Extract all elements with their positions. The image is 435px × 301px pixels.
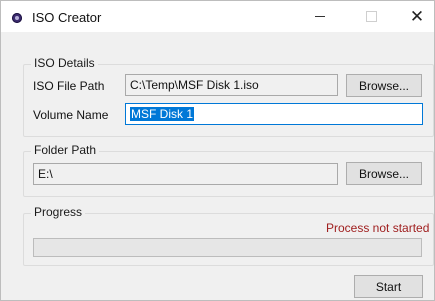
close-icon: ✕ bbox=[409, 6, 425, 26]
status-text: Process not started bbox=[326, 221, 430, 235]
iso-file-path-field[interactable]: C:\Temp\MSF Disk 1.iso bbox=[125, 74, 338, 96]
minimize-button[interactable] bbox=[297, 1, 343, 32]
title-bar[interactable]: ISO Creator ✕ bbox=[1, 1, 434, 32]
volume-name-field[interactable]: MSF Disk 1 bbox=[125, 103, 423, 125]
volume-name-label: Volume Name bbox=[33, 108, 109, 122]
folder-browse-button[interactable]: Browse... bbox=[346, 162, 422, 185]
close-button[interactable]: ✕ bbox=[394, 1, 435, 32]
disc-icon bbox=[12, 13, 22, 23]
maximize-button[interactable] bbox=[348, 1, 394, 32]
start-button[interactable]: Start bbox=[354, 275, 423, 298]
progress-bar bbox=[33, 238, 422, 257]
minimize-icon bbox=[315, 16, 325, 17]
iso-browse-button[interactable]: Browse... bbox=[346, 74, 422, 97]
window-title: ISO Creator bbox=[32, 10, 102, 25]
volume-name-selected-text: MSF Disk 1 bbox=[130, 107, 195, 121]
iso-creator-window: ISO Creator ✕ ISO Details ISO File Path … bbox=[0, 0, 435, 301]
iso-details-legend: ISO Details bbox=[31, 56, 98, 70]
iso-file-path-label: ISO File Path bbox=[33, 79, 105, 93]
maximize-icon bbox=[365, 11, 377, 22]
progress-legend: Progress bbox=[31, 205, 86, 219]
folder-path-field[interactable]: E:\ bbox=[33, 163, 338, 185]
folder-path-legend: Folder Path bbox=[31, 143, 100, 157]
